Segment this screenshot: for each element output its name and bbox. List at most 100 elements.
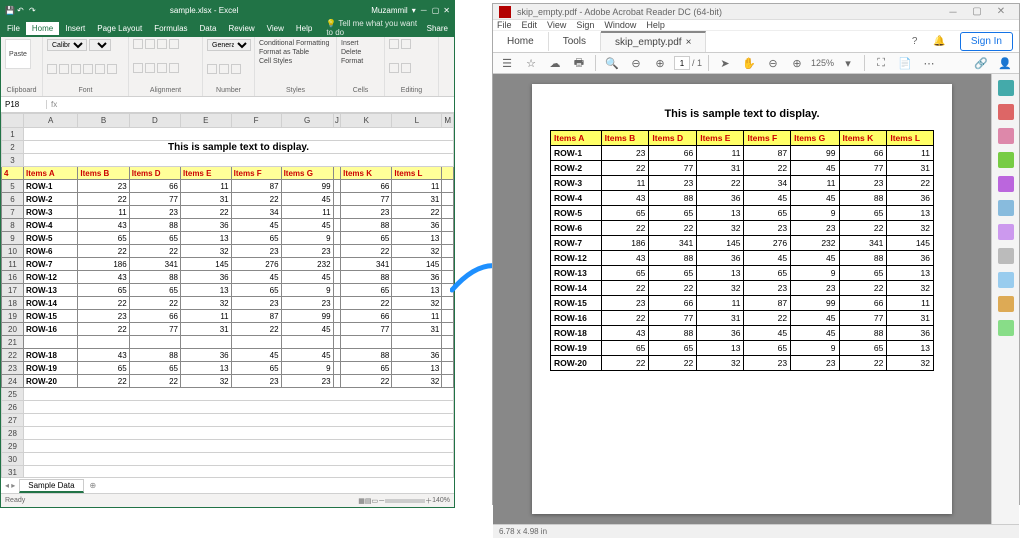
cell[interactable]: 88 xyxy=(341,349,392,362)
cell[interactable]: 13 xyxy=(180,284,231,297)
zoom-out-icon[interactable]: ⊖ xyxy=(626,53,646,73)
cell[interactable]: 43 xyxy=(78,271,129,284)
hand-icon[interactable]: ✋ xyxy=(739,53,759,73)
clear-icon[interactable] xyxy=(389,63,399,73)
row-header[interactable]: 22 xyxy=(2,349,24,362)
align-r-icon[interactable] xyxy=(157,63,167,73)
minimize-icon[interactable]: － xyxy=(420,5,428,16)
excel-grid[interactable]: ABDEFGJKLM12This is sample text to displ… xyxy=(1,113,454,477)
font-name-select[interactable]: Calibri xyxy=(47,39,87,51)
wrap-icon[interactable] xyxy=(169,39,179,49)
cell[interactable]: 23 xyxy=(231,245,281,258)
cell[interactable]: 66 xyxy=(129,180,180,193)
zoomminus-icon[interactable]: ⊖ xyxy=(763,53,783,73)
cloud-icon[interactable]: ☁ xyxy=(545,53,565,73)
cell[interactable]: 22 xyxy=(341,245,392,258)
cell[interactable]: 22 xyxy=(231,193,281,206)
cell[interactable] xyxy=(180,336,231,349)
cell[interactable] xyxy=(442,310,454,323)
row-header[interactable]: 9 xyxy=(2,232,24,245)
percent-icon[interactable] xyxy=(219,64,229,74)
cell[interactable]: 99 xyxy=(281,310,333,323)
cell[interactable] xyxy=(333,232,341,245)
name-box[interactable]: P18 xyxy=(1,100,47,109)
cell[interactable]: 45 xyxy=(231,219,281,232)
redo-icon[interactable]: ↷ xyxy=(29,6,37,14)
fmt-table-button[interactable]: Format as Table xyxy=(259,48,332,57)
currency-icon[interactable] xyxy=(207,64,217,74)
cell[interactable]: 65 xyxy=(341,284,392,297)
cell-styles-button[interactable]: Cell Styles xyxy=(259,57,332,66)
cell[interactable]: 23 xyxy=(78,180,129,193)
cell[interactable] xyxy=(333,193,341,206)
cell[interactable]: 77 xyxy=(129,193,180,206)
cell[interactable]: 36 xyxy=(180,271,231,284)
cell[interactable]: 23 xyxy=(341,206,392,219)
cell[interactable]: 22 xyxy=(341,297,392,310)
cell[interactable] xyxy=(231,336,281,349)
cell[interactable]: 88 xyxy=(129,349,180,362)
cell[interactable] xyxy=(333,323,341,336)
tool-button-9[interactable] xyxy=(998,296,1014,312)
comma-icon[interactable] xyxy=(231,64,241,74)
tool-button-5[interactable] xyxy=(998,200,1014,216)
fx-icon[interactable]: fx xyxy=(47,100,61,109)
undo-icon[interactable]: ↶ xyxy=(17,6,25,14)
zoomplus-icon[interactable]: ⊕ xyxy=(787,53,807,73)
menu-window[interactable]: Window xyxy=(604,20,636,30)
cell[interactable]: 36 xyxy=(180,349,231,362)
cell[interactable]: ROW-18 xyxy=(24,349,78,362)
cell[interactable] xyxy=(333,271,341,284)
align-c-icon[interactable] xyxy=(145,63,155,73)
menu-home[interactable]: Home xyxy=(26,22,59,35)
row-header[interactable]: 18 xyxy=(2,297,24,310)
row-header[interactable]: 20 xyxy=(2,323,24,336)
underline-icon[interactable] xyxy=(71,64,81,74)
cell[interactable]: ROW-14 xyxy=(24,297,78,310)
cell[interactable]: 23 xyxy=(231,375,281,388)
tell-me[interactable]: 💡 Tell me what you want to do xyxy=(318,19,420,37)
cell[interactable]: 65 xyxy=(231,362,281,375)
cell[interactable] xyxy=(442,362,454,375)
tool-button-0[interactable] xyxy=(998,80,1014,96)
cell[interactable]: 232 xyxy=(281,258,333,271)
cell[interactable]: 65 xyxy=(78,284,129,297)
cell[interactable]: 32 xyxy=(180,297,231,310)
cell[interactable]: 23 xyxy=(231,297,281,310)
cell[interactable]: 13 xyxy=(392,362,442,375)
sort-icon[interactable] xyxy=(401,63,411,73)
cell[interactable]: 13 xyxy=(392,284,442,297)
cell[interactable]: 65 xyxy=(231,284,281,297)
cell[interactable]: 32 xyxy=(392,245,442,258)
row-header[interactable]: 1 xyxy=(2,128,24,141)
cell[interactable]: 22 xyxy=(78,323,129,336)
cell[interactable]: 11 xyxy=(392,310,442,323)
cell[interactable] xyxy=(442,193,454,206)
cell[interactable]: 11 xyxy=(78,206,129,219)
cell[interactable]: 45 xyxy=(231,271,281,284)
print-icon[interactable]: 🖶 xyxy=(569,53,589,73)
cell[interactable]: 22 xyxy=(392,206,442,219)
cell[interactable]: 22 xyxy=(129,245,180,258)
cell[interactable]: 65 xyxy=(129,362,180,375)
sheet-nav-icon[interactable]: ◂ ▸ xyxy=(1,481,19,490)
cell[interactable] xyxy=(442,375,454,388)
cell[interactable]: ROW-16 xyxy=(24,323,78,336)
col-header[interactable]: A xyxy=(24,114,78,128)
cell[interactable]: 45 xyxy=(281,323,333,336)
add-sheet-icon[interactable]: ⊕ xyxy=(84,481,103,490)
tab-document[interactable]: skip_empty.pdf× xyxy=(601,31,706,52)
cell[interactable]: 65 xyxy=(129,284,180,297)
cell[interactable]: 34 xyxy=(231,206,281,219)
menu-edit[interactable]: Edit xyxy=(522,20,538,30)
cell[interactable]: 13 xyxy=(392,232,442,245)
menu-file[interactable]: File xyxy=(1,22,26,35)
cell[interactable]: ROW-15 xyxy=(24,310,78,323)
search-icon[interactable]: 🔍 xyxy=(602,53,622,73)
cell[interactable]: ROW-5 xyxy=(24,232,78,245)
cell[interactable]: 22 xyxy=(231,323,281,336)
save-icon[interactable]: 💾 xyxy=(5,6,13,14)
cell[interactable]: 186 xyxy=(78,258,129,271)
cell[interactable]: 22 xyxy=(78,193,129,206)
row-header[interactable]: 5 xyxy=(2,180,24,193)
